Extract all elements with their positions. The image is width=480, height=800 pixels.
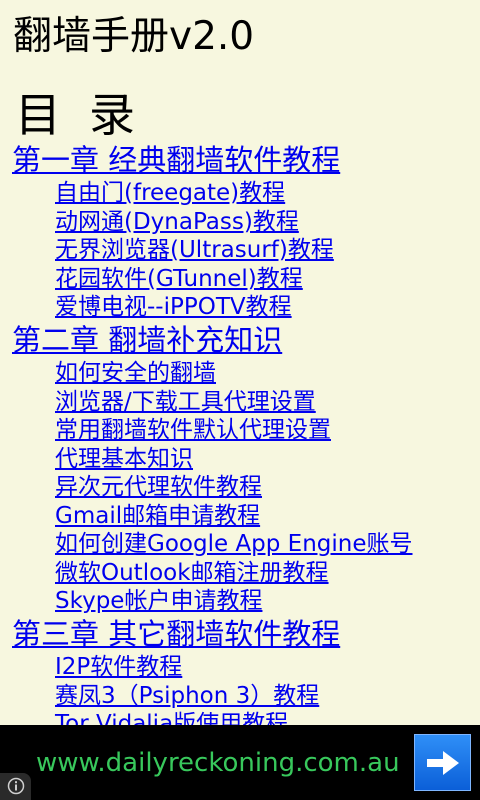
toc-item-default-proxy[interactable]: 常用翻墙软件默认代理设置: [55, 416, 331, 444]
toc-item-dynapass[interactable]: 动网通(DynaPass)教程: [55, 208, 299, 236]
ad-info-badge[interactable]: [0, 773, 31, 800]
ad-go-button[interactable]: [414, 734, 471, 791]
toc-item-skype[interactable]: Skype帐户申请教程: [55, 587, 262, 615]
toc-item-psiphon[interactable]: 赛凤3（Psiphon 3）教程: [55, 682, 319, 710]
toc-item-safe-proxy[interactable]: 如何安全的翻墙: [55, 359, 216, 387]
toc-item-google-app-engine[interactable]: 如何创建Google App Engine账号: [55, 530, 413, 558]
toc-item-dimension-proxy[interactable]: 异次元代理软件教程: [55, 473, 262, 501]
toc-item-freegate[interactable]: 自由门(freegate)教程: [55, 179, 285, 207]
chapter-1-link[interactable]: 第一章 经典翻墙软件教程: [12, 142, 340, 178]
toc-item-gtunnel[interactable]: 花园软件(GTunnel)教程: [55, 265, 303, 293]
toc-content[interactable]: 目录 第一章 经典翻墙软件教程 自由门(freegate)教程 动网通(Dyna…: [0, 72, 480, 725]
ad-link-text[interactable]: www.dailyreckoning.com.au: [36, 747, 400, 779]
toc-item-proxy-basics[interactable]: 代理基本知识: [55, 445, 193, 473]
toc-heading: 目录: [15, 88, 163, 142]
toc-item-ippotv[interactable]: 爱博电视--iPPOTV教程: [55, 293, 292, 321]
toc-item-ultrasurf[interactable]: 无界浏览器(Ultrasurf)教程: [55, 236, 334, 264]
chapter-2-link[interactable]: 第二章 翻墙补充知识: [12, 322, 282, 358]
ad-banner[interactable]: www.dailyreckoning.com.au: [0, 725, 480, 800]
app-title: 翻墙手册v2.0: [13, 14, 255, 59]
app-header: 翻墙手册v2.0: [0, 0, 480, 72]
toc-item-tor[interactable]: Tor Vidalia版使用教程: [55, 710, 288, 725]
toc-item-gmail[interactable]: Gmail邮箱申请教程: [55, 502, 260, 530]
toc-item-browser-proxy[interactable]: 浏览器/下载工具代理设置: [55, 388, 316, 416]
toc-item-i2p[interactable]: I2P软件教程: [55, 653, 182, 681]
arrow-right-icon: [427, 751, 459, 775]
chapter-3-link[interactable]: 第三章 其它翻墙软件教程: [12, 616, 340, 652]
toc-item-outlook[interactable]: 微软Outlook邮箱注册教程: [55, 559, 329, 587]
info-icon: [7, 777, 25, 795]
